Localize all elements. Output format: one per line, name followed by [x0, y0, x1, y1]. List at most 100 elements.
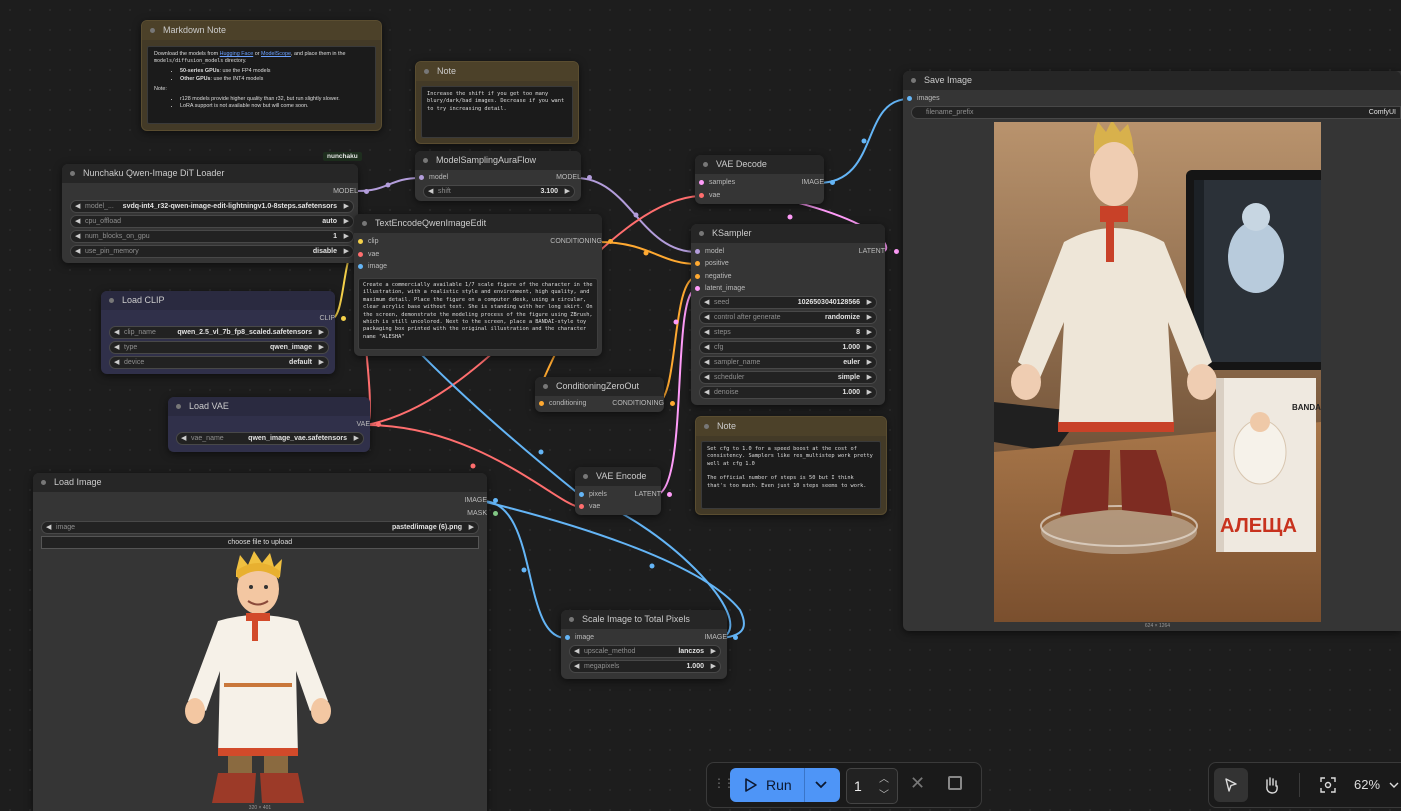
collapse-dot-icon[interactable]: [109, 298, 114, 303]
chevron-down-icon[interactable]: [814, 779, 828, 791]
node-header[interactable]: Markdown Note: [142, 21, 381, 40]
arrow-right-icon[interactable]: ▶: [354, 433, 359, 444]
clip-name-combo[interactable]: ◀ clip_name qwen_2.5_vl_7b_fp8_scaled.safe…: [109, 326, 329, 339]
slot-dot-icon[interactable]: [565, 635, 570, 640]
conditioning-output-slot[interactable]: CONDITIONING: [593, 398, 676, 410]
clip-type-combo[interactable]: ◀ type qwen_image ▶: [109, 341, 329, 354]
mask-output-slot[interactable]: MASK: [373, 508, 499, 520]
load-vae-node[interactable]: Load VAE VAE ◀ vae_name qwen_image_vae.saf…: [168, 397, 381, 452]
chevron-down-icon[interactable]: [1389, 781, 1399, 789]
arrow-right-icon[interactable]: ▶: [867, 357, 872, 368]
collapse-dot-icon[interactable]: [41, 480, 46, 485]
clip-input-slot[interactable]: clip: [356, 236, 448, 248]
slot-dot-icon[interactable]: [894, 249, 899, 254]
arrow-right-icon[interactable]: ▶: [344, 231, 349, 242]
collapse-dot-icon[interactable]: [543, 384, 548, 389]
prompt-textarea[interactable]: Create a commercially available 1/7 scal…: [358, 278, 598, 350]
slot-dot-icon[interactable]: [587, 175, 592, 180]
stop-icon[interactable]: [948, 776, 962, 790]
fit-view-icon[interactable]: [1319, 776, 1337, 794]
slot-dot-icon[interactable]: [670, 401, 675, 406]
slot-dot-icon[interactable]: [376, 422, 381, 427]
conditioning-zero-out-node[interactable]: ConditioningZeroOut conditioning CONDITI…: [535, 377, 675, 412]
node-header[interactable]: Load Image: [33, 473, 487, 492]
node-header[interactable]: Scale Image to Total Pixels: [561, 610, 727, 629]
cancel-icon[interactable]: ✕: [910, 773, 925, 794]
slot-dot-icon[interactable]: [341, 316, 346, 321]
hugging-face-link[interactable]: Hugging Face: [220, 51, 254, 57]
arrow-left-icon[interactable]: ◀: [704, 297, 709, 308]
arrow-left-icon[interactable]: ◀: [75, 201, 80, 212]
decrement-icon[interactable]: ﹀: [879, 786, 889, 801]
collapse-dot-icon[interactable]: [703, 162, 708, 167]
node-header[interactable]: ConditioningZeroOut: [535, 377, 664, 396]
arrow-left-icon[interactable]: ◀: [574, 661, 579, 672]
latent-output-slot[interactable]: LATENT: [791, 246, 899, 258]
load-image-node[interactable]: Load Image IMAGE MASK ◀ image pasted/image…: [33, 473, 498, 811]
arrow-left-icon[interactable]: ◀: [46, 522, 51, 533]
steps-number[interactable]: ◀ steps 8 ▶: [699, 326, 877, 339]
zoom-level[interactable]: 62%: [1354, 777, 1380, 792]
positive-input-slot[interactable]: positive: [693, 258, 795, 270]
cpu-offload-combo[interactable]: ◀ cpu_offload auto ▶: [70, 215, 354, 228]
slot-dot-icon[interactable]: [695, 286, 700, 291]
model-input-slot[interactable]: model: [417, 172, 509, 184]
image-output-slot[interactable]: IMAGE: [761, 177, 836, 189]
collapse-dot-icon[interactable]: [362, 221, 367, 226]
arrow-left-icon[interactable]: ◀: [428, 186, 433, 197]
arrow-left-icon[interactable]: ◀: [574, 646, 579, 657]
vae-output-slot[interactable]: VAE: [268, 419, 382, 431]
collapse-dot-icon[interactable]: [569, 617, 574, 622]
images-input-slot[interactable]: images: [905, 93, 997, 105]
slot-dot-icon[interactable]: [579, 504, 584, 509]
collapse-dot-icon[interactable]: [699, 231, 704, 236]
slot-dot-icon[interactable]: [358, 239, 363, 244]
arrow-right-icon[interactable]: ▶: [344, 201, 349, 212]
select-tool-button[interactable]: [1214, 768, 1248, 802]
slot-dot-icon[interactable]: [830, 180, 835, 185]
node-header[interactable]: TextEncodeQwenImageEdit: [354, 214, 602, 233]
conditioning-output-slot[interactable]: CONDITIONING: [484, 236, 614, 248]
image-output-slot[interactable]: IMAGE: [373, 495, 499, 507]
node-header[interactable]: Load CLIP: [101, 291, 335, 310]
slot-dot-icon[interactable]: [907, 96, 912, 101]
clip-output-slot[interactable]: CLIP: [231, 313, 347, 325]
note-shift-node[interactable]: Note Increase the shift if you get too m…: [415, 61, 579, 144]
model-output-slot[interactable]: MODEL: [212, 186, 370, 198]
collapse-dot-icon[interactable]: [911, 78, 916, 83]
negative-input-slot[interactable]: negative: [693, 271, 795, 283]
modelscope-link[interactable]: ModelScope: [261, 51, 291, 57]
model-output-slot[interactable]: MODEL: [499, 172, 593, 184]
arrow-left-icon[interactable]: ◀: [75, 231, 80, 242]
seed-number[interactable]: ◀ seed 1026503040128566 ▶: [699, 296, 877, 309]
arrow-right-icon[interactable]: ▶: [319, 342, 324, 353]
collapse-dot-icon[interactable]: [150, 28, 155, 33]
node-header[interactable]: ModelSamplingAuraFlow: [415, 151, 581, 170]
arrow-left-icon[interactable]: ◀: [704, 372, 709, 383]
slot-dot-icon[interactable]: [667, 492, 672, 497]
vae-name-combo[interactable]: ◀ vae_name qwen_image_vae.safetensors ▶: [176, 432, 364, 445]
collapse-dot-icon[interactable]: [176, 404, 181, 409]
note-text[interactable]: Increase the shift if you get too many b…: [421, 86, 573, 138]
upload-button[interactable]: choose file to upload: [41, 536, 479, 549]
node-header[interactable]: VAE Decode: [695, 155, 824, 174]
arrow-right-icon[interactable]: ▶: [711, 661, 716, 672]
scale-image-node[interactable]: Scale Image to Total Pixels image IMAGE …: [561, 610, 738, 679]
note-cfg-node[interactable]: Note Set cfg to 1.0 for a speed boost at…: [695, 416, 887, 515]
arrow-right-icon[interactable]: ▶: [319, 327, 324, 338]
vae-input-slot[interactable]: vae: [697, 190, 773, 202]
model-sampling-node[interactable]: ModelSamplingAuraFlow model MODEL ◀ shift…: [415, 151, 592, 201]
slot-dot-icon[interactable]: [364, 189, 369, 194]
run-button[interactable]: Run: [730, 768, 840, 802]
collapse-dot-icon[interactable]: [70, 171, 75, 176]
save-image-node[interactable]: Save Image images filename_prefix ComfyUI: [903, 71, 1401, 631]
slot-dot-icon[interactable]: [695, 249, 700, 254]
increment-icon[interactable]: ︿: [879, 770, 889, 785]
image-input-slot[interactable]: image: [356, 261, 448, 273]
arrow-left-icon[interactable]: ◀: [704, 327, 709, 338]
node-header[interactable]: Save Image: [903, 71, 1401, 90]
slot-dot-icon[interactable]: [695, 261, 700, 266]
arrow-left-icon[interactable]: ◀: [704, 312, 709, 323]
arrow-right-icon[interactable]: ▶: [867, 297, 872, 308]
slot-dot-icon[interactable]: [608, 239, 613, 244]
